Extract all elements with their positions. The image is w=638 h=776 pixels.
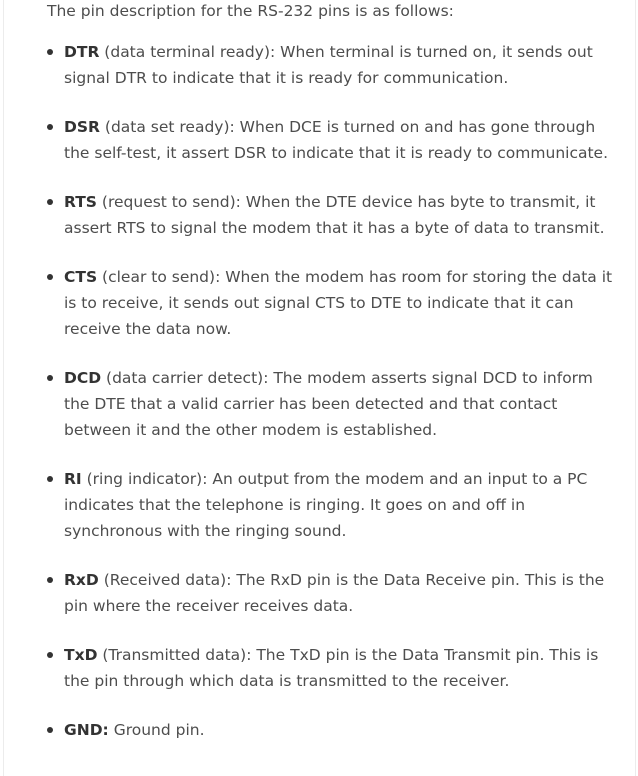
pin-description: (data carrier detect): The modem asserts… <box>64 369 593 439</box>
pin-term: GND: <box>64 721 109 739</box>
pin-term: RxD <box>64 571 99 589</box>
pin-term: RTS <box>64 193 97 211</box>
bullet-icon <box>47 199 53 205</box>
pin-description: (data terminal ready): When terminal is … <box>64 43 593 87</box>
bullet-icon <box>47 124 53 130</box>
pin-description: (Transmitted data): The TxD pin is the D… <box>64 646 599 690</box>
list-item-txd: TxD (Transmitted data): The TxD pin is t… <box>47 642 620 694</box>
intro-text: The pin description for the RS-232 pins … <box>47 2 454 20</box>
list-item-dcd: DCD (data carrier detect): The modem ass… <box>47 365 620 443</box>
list-item-gnd: GND: Ground pin. <box>47 717 620 743</box>
pin-description: (ring indicator): An output from the mod… <box>64 470 588 540</box>
list-item-rxd: RxD (Received data): The RxD pin is the … <box>47 567 620 619</box>
list-item-rts: RTS (request to send): When the DTE devi… <box>47 189 620 241</box>
list-item-dsr: DSR (data set ready): When DCE is turned… <box>47 114 620 166</box>
pin-term: DCD <box>64 369 102 387</box>
pin-term: TxD <box>64 646 98 664</box>
list-item-ri: RI (ring indicator): An output from the … <box>47 466 620 544</box>
pin-term: CTS <box>64 268 98 286</box>
pin-description: (clear to send): When the modem has room… <box>64 268 613 338</box>
pin-description: (Received data): The RxD pin is the Data… <box>64 571 605 615</box>
pin-description: (data set ready): When DCE is turned on … <box>64 118 609 162</box>
list-item-dtr: DTR (data terminal ready): When terminal… <box>47 39 620 91</box>
bullet-icon <box>47 274 53 280</box>
bullet-icon <box>47 375 53 381</box>
bullet-icon <box>47 49 53 55</box>
pin-term: DSR <box>64 118 100 136</box>
pin-description: Ground pin. <box>108 721 205 739</box>
pin-term: RI <box>64 470 82 488</box>
bullet-icon <box>47 577 53 583</box>
bullet-icon <box>47 727 53 733</box>
pin-term: DTR <box>64 43 100 61</box>
list-item-cts: CTS (clear to send): When the modem has … <box>47 264 620 342</box>
pin-description: (request to send): When the DTE device h… <box>64 193 605 237</box>
bullet-icon <box>47 652 53 658</box>
bullet-icon <box>47 476 53 482</box>
